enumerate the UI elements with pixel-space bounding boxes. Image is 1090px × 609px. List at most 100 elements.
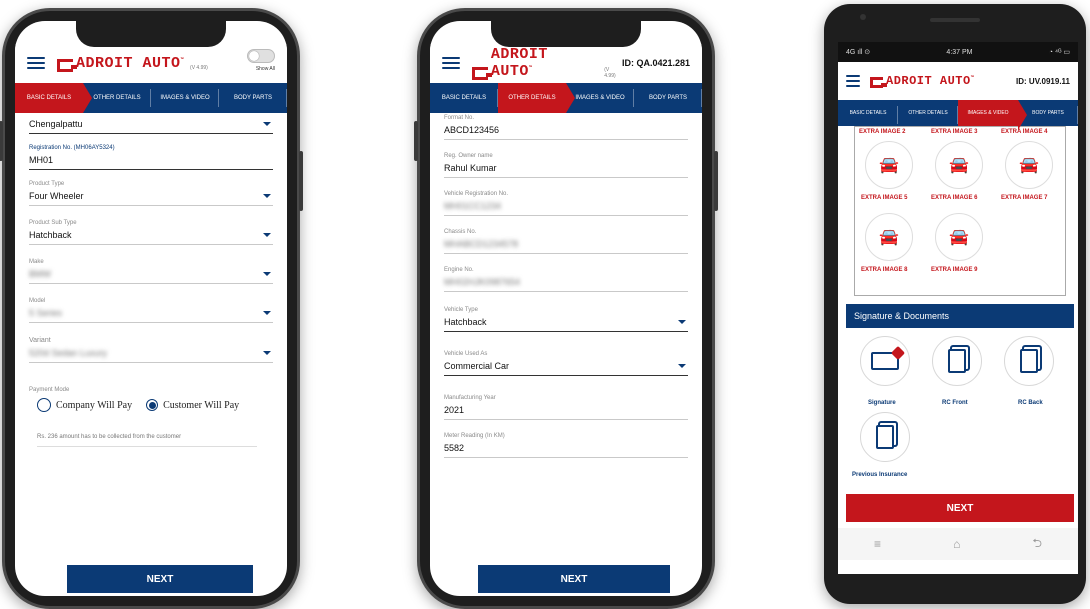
previous-insurance-doc[interactable] <box>860 412 910 462</box>
product-sub-type-select[interactable]: Product Sub Type Hatchback <box>29 220 273 245</box>
customer-will-pay-label[interactable]: Customer Will Pay <box>163 400 239 411</box>
extra-images-panel: EXTRA IMAGE 2 EXTRA IMAGE 3 EXTRA IMAGE … <box>854 126 1066 296</box>
extra-image-8-label: EXTRA IMAGE 8 <box>861 267 908 273</box>
variant-select[interactable]: Variant 520d Sedan Luxury <box>29 337 273 363</box>
document-icon <box>876 425 894 449</box>
phone-screen: 4G ıll ⊙ 4:37 PM ◔ ⁴ᴳ ▭ ADROIT AUTO™ ID:… <box>838 42 1078 574</box>
phone-basic-details: ADROIT AUTO™ (V 4.99) Show All BASIC DET… <box>0 8 303 609</box>
step-navigation: BASIC DETAILS OTHER DETAILS IMAGES & VID… <box>15 83 287 113</box>
rc-front-label: RC Front <box>942 400 968 406</box>
step-body-parts[interactable]: BODY PARTS <box>219 83 287 113</box>
car-icon: 🚘 <box>879 157 899 174</box>
next-button[interactable]: NEXT <box>67 565 253 593</box>
payment-mode-options: Company Will Pay Customer Will Pay <box>37 398 239 412</box>
inspection-id: ID: QA.0421.281 <box>621 58 690 68</box>
vehicle-reg-field[interactable]: Vehicle Registration No. MH01CC1234 <box>444 191 688 216</box>
dropdown-caret-icon <box>263 351 271 355</box>
home-icon[interactable]: ⌂ <box>953 537 960 551</box>
app-version: (V 4.99) <box>190 64 208 71</box>
extra-image-7-thumb[interactable]: 🚘 <box>1005 141 1053 189</box>
step-images-video[interactable]: IMAGES & VIDEO <box>566 83 634 113</box>
dropdown-caret-icon <box>263 233 271 237</box>
step-other-details[interactable]: OTHER DETAILS <box>83 83 151 113</box>
extra-image-5-label: EXTRA IMAGE 5 <box>861 195 908 201</box>
signature-doc[interactable] <box>860 336 910 386</box>
rc-front-doc[interactable] <box>932 336 982 386</box>
extra-image-5-thumb[interactable]: 🚘 <box>865 141 913 189</box>
app-version: (V 4.99) <box>604 67 616 79</box>
step-basic-details[interactable]: BASIC DETAILS <box>430 83 498 113</box>
company-will-pay-label[interactable]: Company Will Pay <box>56 400 132 411</box>
extra-image-6-thumb[interactable]: 🚘 <box>935 141 983 189</box>
vehicle-used-as-select[interactable]: Vehicle Used As Commercial Car <box>444 351 688 376</box>
meter-reading-value: 5582 <box>444 443 688 458</box>
step-images-video[interactable]: IMAGES & VIDEO <box>151 83 219 113</box>
vehicle-reg-value: MH01CC1234 <box>444 201 502 211</box>
step-navigation: BASIC DETAILS OTHER DETAILS IMAGES & VID… <box>430 83 702 113</box>
format-no-field[interactable]: Format No. ABCD123456 <box>444 115 688 140</box>
registration-field[interactable]: Registration No. (MH06AY5324) MH01 <box>29 145 273 170</box>
step-basic-details[interactable]: BASIC DETAILS <box>838 100 898 126</box>
next-button[interactable]: NEXT <box>846 494 1074 522</box>
chassis-field[interactable]: Chassis No. MHABCD1234578 <box>444 229 688 254</box>
extra-image-2-label: EXTRA IMAGE 2 <box>859 129 906 135</box>
vehicle-type-select[interactable]: Vehicle Type Hatchback <box>444 307 688 332</box>
extra-image-6-label: EXTRA IMAGE 6 <box>931 195 978 201</box>
registration-label: Registration No. (MH06AY5324) <box>29 145 115 151</box>
adroit-auto-logo: ADROIT AUTO™ (V 4.99) <box>471 46 622 80</box>
car-icon: 🚘 <box>949 229 969 246</box>
back-icon[interactable]: ⮌ <box>1032 534 1042 555</box>
trademark-symbol: ™ <box>528 65 533 71</box>
trademark-symbol: ™ <box>180 56 185 63</box>
phone-images-video: 4G ıll ⊙ 4:37 PM ◔ ⁴ᴳ ▭ ADROIT AUTO™ ID:… <box>824 4 1086 604</box>
collection-note: Rs. 236 amount has to be collected from … <box>37 434 257 447</box>
customer-will-pay-radio[interactable] <box>146 399 159 411</box>
app-header: ADROIT AUTO™ (V 4.99) ID: QA.0421.281 <box>430 43 702 83</box>
system-icons: ◔ ⁴ᴳ ▭ <box>1048 49 1070 56</box>
recent-apps-icon[interactable]: ≡ <box>874 537 881 551</box>
make-select[interactable]: Make BMW <box>29 259 273 284</box>
extra-image-9-thumb[interactable]: 🚘 <box>935 213 983 261</box>
signal-status: 4G ıll ⊙ <box>846 49 871 56</box>
show-all-toggle[interactable] <box>247 49 275 63</box>
hamburger-menu-icon[interactable] <box>27 57 45 69</box>
step-other-details[interactable]: OTHER DETAILS <box>898 100 958 126</box>
meter-reading-field[interactable]: Meter Reading (In KM) 5582 <box>444 433 688 458</box>
extra-image-3-label: EXTRA IMAGE 3 <box>931 129 978 135</box>
product-type-select[interactable]: Product Type Four Wheeler <box>29 181 273 206</box>
district-value: Chengalpattu <box>29 119 83 129</box>
district-select[interactable]: Chengalpattu <box>29 119 273 134</box>
hamburger-menu-icon[interactable] <box>846 75 860 87</box>
adroit-auto-logo: ADROIT AUTO™ <box>870 74 974 88</box>
dropdown-caret-icon <box>678 364 686 368</box>
rc-back-label: RC Back <box>1018 400 1043 406</box>
logo-text: ADROIT AUTO™ <box>886 74 975 88</box>
rc-back-doc[interactable] <box>1004 336 1054 386</box>
meter-reading-label: Meter Reading (In KM) <box>444 433 505 439</box>
vehicle-type-label: Vehicle Type <box>444 307 478 313</box>
status-bar: 4G ıll ⊙ 4:37 PM ◔ ⁴ᴳ ▭ <box>838 42 1078 62</box>
owner-name-field[interactable]: Reg. Owner name Rahul Kumar <box>444 153 688 178</box>
earpiece <box>930 18 980 22</box>
inspection-id: ID: UV.0919.11 <box>1016 76 1070 86</box>
step-images-video[interactable]: IMAGES & VIDEO <box>958 100 1027 130</box>
extra-image-8-thumb[interactable]: 🚘 <box>865 213 913 261</box>
engine-label: Engine No. <box>444 267 474 273</box>
payment-mode-label: Payment Mode <box>29 387 70 393</box>
engine-field[interactable]: Engine No. MH02HJK0987654 <box>444 267 688 292</box>
show-all-label: Show All <box>255 66 275 72</box>
hamburger-menu-icon[interactable] <box>442 57 460 69</box>
step-body-parts[interactable]: BODY PARTS <box>634 83 702 113</box>
phone-screen: ADROIT AUTO™ (V 4.99) ID: QA.0421.281 BA… <box>430 21 702 596</box>
model-select[interactable]: Model 5 Series <box>29 298 273 323</box>
model-value: 5 Series <box>29 308 63 318</box>
step-other-details[interactable]: OTHER DETAILS <box>498 83 575 113</box>
next-button[interactable]: NEXT <box>478 565 670 593</box>
company-will-pay-radio[interactable] <box>37 398 51 412</box>
car-icon: 🚘 <box>1019 157 1039 174</box>
step-body-parts[interactable]: BODY PARTS <box>1018 100 1078 126</box>
signature-documents-header: Signature & Documents <box>846 304 1074 328</box>
manufacturing-year-field[interactable]: Manufacturing Year 2021 <box>444 395 688 420</box>
step-basic-details[interactable]: BASIC DETAILS <box>15 83 92 113</box>
chassis-label: Chassis No. <box>444 229 477 235</box>
